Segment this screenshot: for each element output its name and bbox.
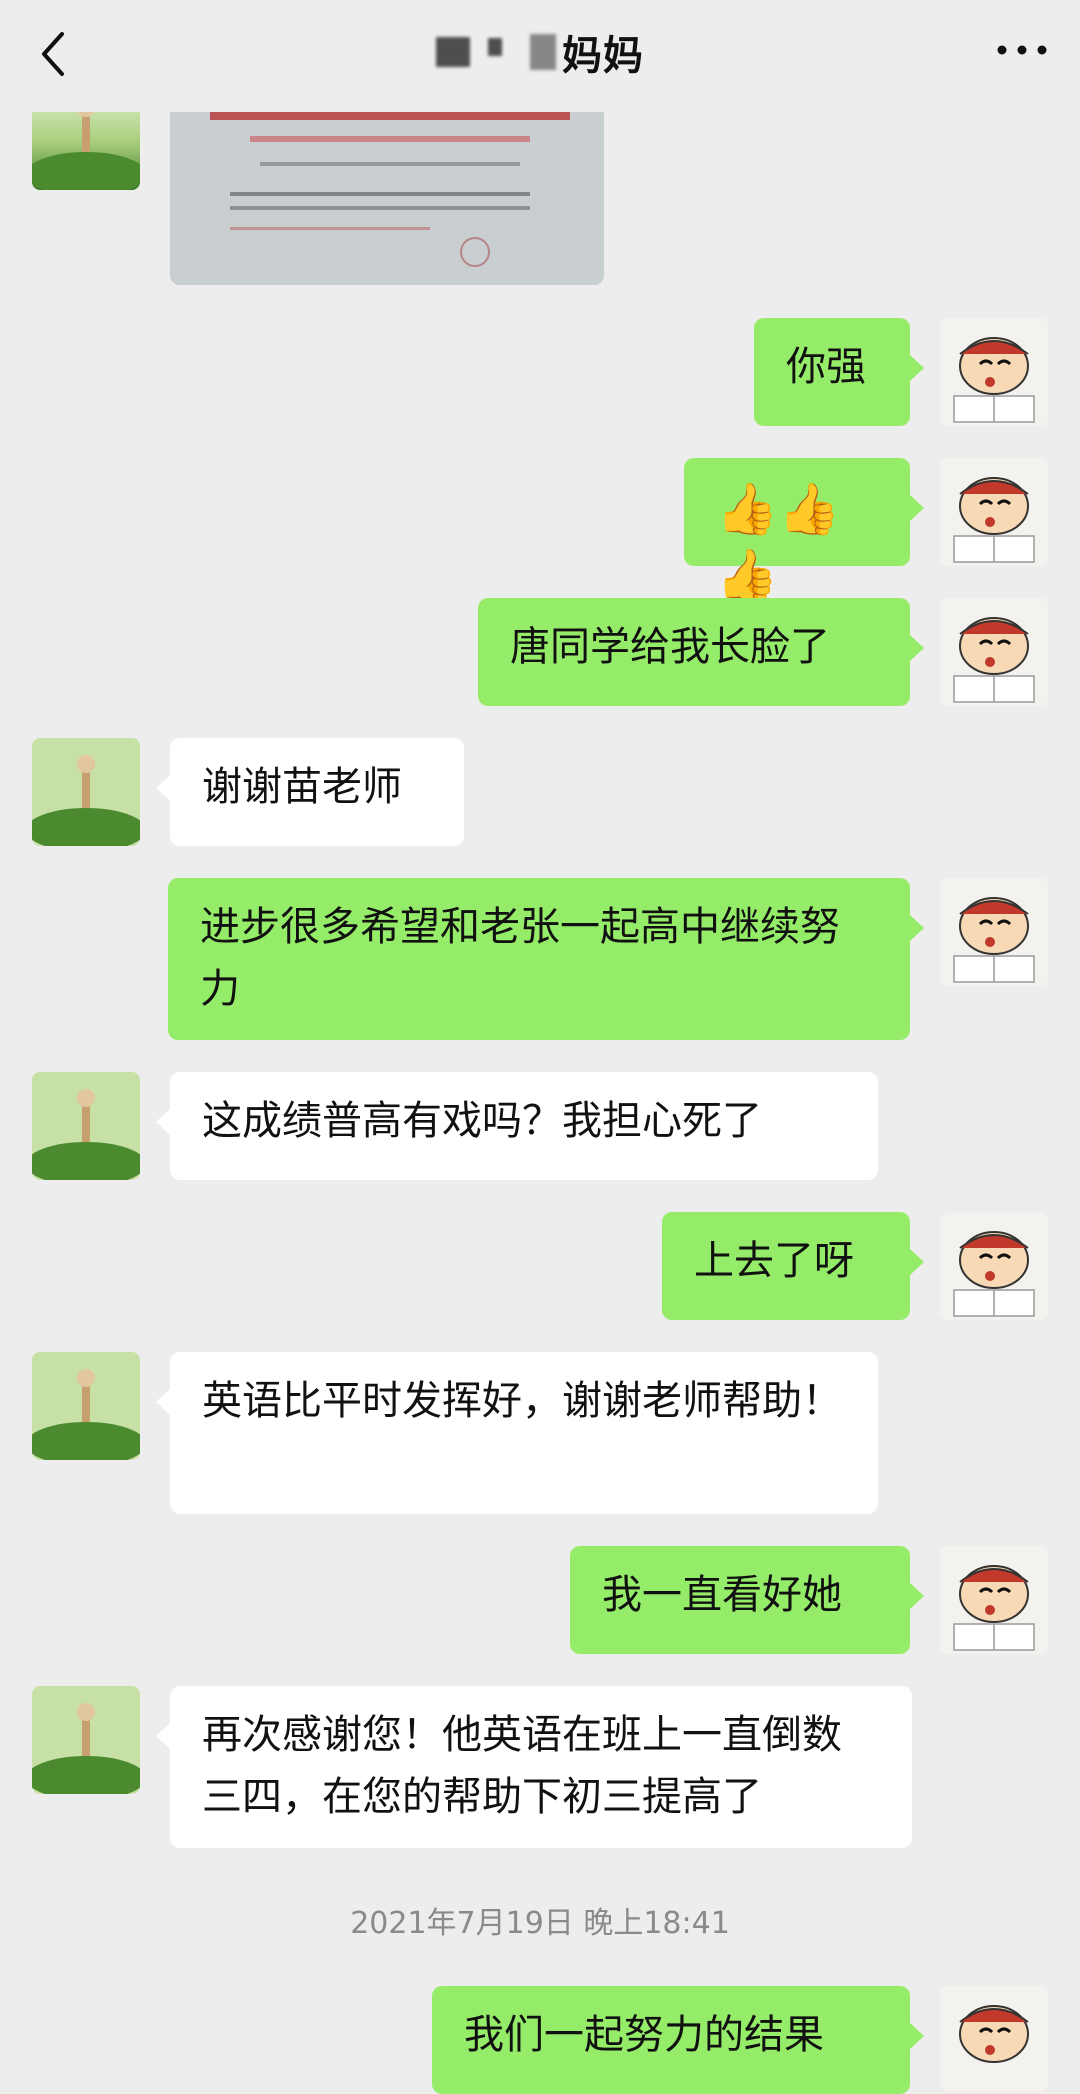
contact-avatar[interactable] [32, 1686, 140, 1794]
chat-scroll-area[interactable]: 你强 👍👍👍 唐同学给我长脸了 谢谢苗老师 进步很多希望和老张一起高中继续努力 … [0, 0, 1080, 2094]
message-bubble-contact[interactable]: 再次感谢您！他英语在班上一直倒数三四，在您的帮助下初三提高了 [156, 1686, 912, 1848]
message-bubble-self[interactable]: 进步很多希望和老张一起高中继续努力 [168, 878, 924, 1040]
thumbs-up-emoji-icon: 👍👍👍 [716, 480, 841, 604]
message-bubble-contact[interactable]: 英语比平时发挥好，谢谢老师帮助！ [156, 1352, 878, 1514]
self-avatar[interactable] [940, 1212, 1048, 1320]
contact-avatar[interactable] [32, 1352, 140, 1460]
self-avatar[interactable] [940, 1986, 1048, 2091]
message-bubble-self[interactable]: 上去了呀 [662, 1212, 924, 1320]
message-bubble-self[interactable]: 我们一起努力的结果 [432, 1986, 924, 2094]
message-text: 再次感谢您！他英语在班上一直倒数三四，在您的帮助下初三提高了 [202, 1712, 842, 1820]
message-text: 谢谢苗老师 [202, 764, 402, 810]
message-bubble-self[interactable]: 我一直看好她 [570, 1546, 924, 1654]
message-bubble-self[interactable]: 你强 [754, 318, 924, 426]
shared-photo-message[interactable] [170, 112, 604, 285]
message-text: 上去了呀 [694, 1238, 854, 1284]
message-bubble-self[interactable]: 唐同学给我长脸了 [478, 598, 924, 706]
message-bubble-contact[interactable]: 谢谢苗老师 [156, 738, 464, 846]
message-text: 唐同学给我长脸了 [510, 624, 830, 670]
chat-header: 妈妈 [0, 0, 1080, 112]
contact-avatar[interactable] [32, 738, 140, 846]
self-avatar[interactable] [940, 598, 1048, 706]
message-text: 英语比平时发挥好，谢谢老师帮助！ [202, 1378, 842, 1424]
message-text: 我一直看好她 [602, 1572, 842, 1618]
contact-avatar[interactable] [32, 1072, 140, 1180]
redacted-name-block [436, 37, 470, 67]
message-bubble-self[interactable]: 👍👍👍 [684, 458, 924, 604]
more-dots-icon[interactable] [994, 40, 1050, 60]
message-timestamp: 2021年7月19日 晚上18:41 [350, 1906, 730, 1941]
message-text: 这成绩普高有戏吗？我担心死了 [202, 1098, 762, 1144]
self-avatar[interactable] [940, 878, 1048, 986]
message-text: 我们一起努力的结果 [464, 2012, 824, 2058]
message-bubble-contact[interactable]: 这成绩普高有戏吗？我担心死了 [156, 1072, 878, 1180]
redacted-name-block [488, 38, 502, 56]
message-text: 你强 [786, 344, 866, 390]
self-avatar[interactable] [940, 318, 1048, 426]
chat-title: 妈妈 [0, 22, 1080, 82]
message-text: 进步很多希望和老张一起高中继续努力 [200, 904, 840, 1012]
self-avatar[interactable] [940, 458, 1048, 566]
redacted-name-block [530, 34, 556, 70]
chat-title-text: 妈妈 [562, 33, 644, 79]
self-avatar[interactable] [940, 1546, 1048, 1654]
